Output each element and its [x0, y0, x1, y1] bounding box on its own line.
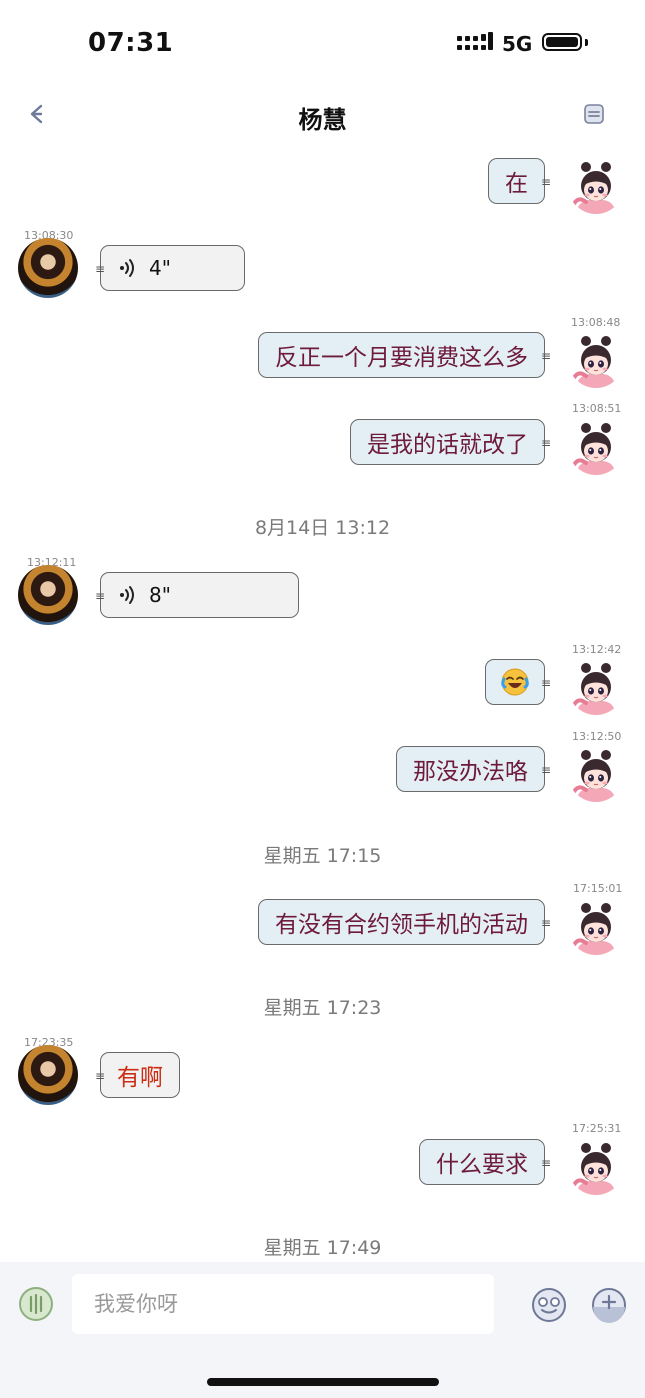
battery-tip	[585, 39, 588, 46]
chat-info-icon[interactable]	[582, 102, 606, 126]
date-separator: 星期五 17:49	[263, 1237, 382, 1259]
message-timestamp: 13:08:51	[572, 402, 622, 415]
laughing-crying-emoji-icon	[501, 668, 529, 696]
contact-avatar[interactable]	[18, 238, 78, 298]
bubble-tail: ≡	[540, 349, 551, 363]
status-bar: 07:31 5G	[0, 0, 645, 88]
message-text: 有没有合约领手机的活动	[275, 912, 528, 938]
emoji-icon[interactable]	[530, 1286, 568, 1324]
self-avatar[interactable]	[568, 659, 624, 715]
voice-message-bubble[interactable]: 8" ≡	[95, 572, 299, 618]
self-avatar[interactable]	[568, 419, 624, 475]
chat-header: 杨慧	[0, 88, 645, 142]
message-bubble-outgoing[interactable]: 那没办法咯 ≡	[396, 746, 551, 792]
message-timestamp: 17:15:01	[573, 882, 623, 895]
message-bubble-outgoing[interactable]: 有没有合约领手机的活动 ≡	[258, 899, 551, 945]
message-bubble-outgoing[interactable]: 什么要求 ≡	[419, 1139, 551, 1185]
bubble-tail: ≡	[540, 676, 551, 690]
battery-icon	[542, 33, 582, 51]
message-timestamp: 17:25:31	[572, 1122, 622, 1135]
bubble-tail: ≡	[95, 262, 105, 276]
message-timestamp: 13:08:48	[571, 316, 621, 329]
emoji-message-bubble[interactable]: ≡	[485, 659, 551, 705]
bubble-tail: ≡	[540, 1156, 551, 1170]
bubble-tail: ≡	[540, 763, 551, 777]
network-label: 5G	[502, 32, 533, 56]
message-bubble-outgoing[interactable]: 反正一个月要消费这么多 ≡	[258, 332, 551, 378]
message-timestamp: 13:12:42	[572, 643, 622, 656]
self-avatar[interactable]	[568, 1139, 624, 1195]
date-separator: 星期五 17:15	[263, 845, 382, 867]
date-separator: 8月14日 13:12	[254, 517, 391, 539]
message-text: 在	[505, 171, 528, 197]
contact-avatar[interactable]	[18, 565, 78, 625]
voice-duration: 4"	[149, 256, 171, 280]
bubble-tail: ≡	[540, 436, 551, 450]
message-bubble-outgoing[interactable]: 在 ≡	[488, 158, 551, 204]
message-text: 什么要求	[436, 1152, 528, 1178]
contact-avatar[interactable]	[18, 1045, 78, 1105]
message-bubble-outgoing[interactable]: 是我的话就改了 ≡	[350, 419, 551, 465]
bubble-tail: ≡	[95, 1069, 105, 1083]
self-avatar[interactable]	[568, 746, 624, 802]
message-input[interactable]	[72, 1274, 494, 1334]
add-icon[interactable]	[590, 1286, 628, 1324]
bubble-tail: ≡	[540, 916, 551, 930]
voice-duration: 8"	[149, 583, 171, 607]
message-text: 那没办法咯	[413, 759, 528, 785]
message-text: 有啊	[117, 1065, 163, 1091]
self-avatar[interactable]	[568, 332, 624, 388]
home-indicator[interactable]	[207, 1378, 439, 1386]
date-separator: 星期五 17:23	[263, 997, 382, 1019]
bubble-tail: ≡	[540, 175, 551, 189]
self-avatar[interactable]	[568, 899, 624, 955]
message-text: 反正一个月要消费这么多	[275, 345, 528, 371]
message-bubble-incoming[interactable]: 有啊 ≡	[95, 1052, 180, 1098]
bubble-tail: ≡	[95, 589, 105, 603]
input-bar	[0, 1262, 645, 1398]
message-timestamp: 13:12:50	[572, 730, 622, 743]
message-text: 是我的话就改了	[367, 432, 528, 458]
status-time: 07:31	[88, 28, 174, 58]
chat-title: 杨慧	[298, 106, 347, 134]
self-avatar[interactable]	[568, 158, 624, 214]
voice-input-icon[interactable]	[18, 1286, 54, 1322]
voice-wave-icon	[117, 257, 139, 279]
signal-icon	[457, 32, 493, 50]
voice-message-bubble[interactable]: 4" ≡	[95, 245, 245, 291]
voice-wave-icon	[117, 584, 139, 606]
